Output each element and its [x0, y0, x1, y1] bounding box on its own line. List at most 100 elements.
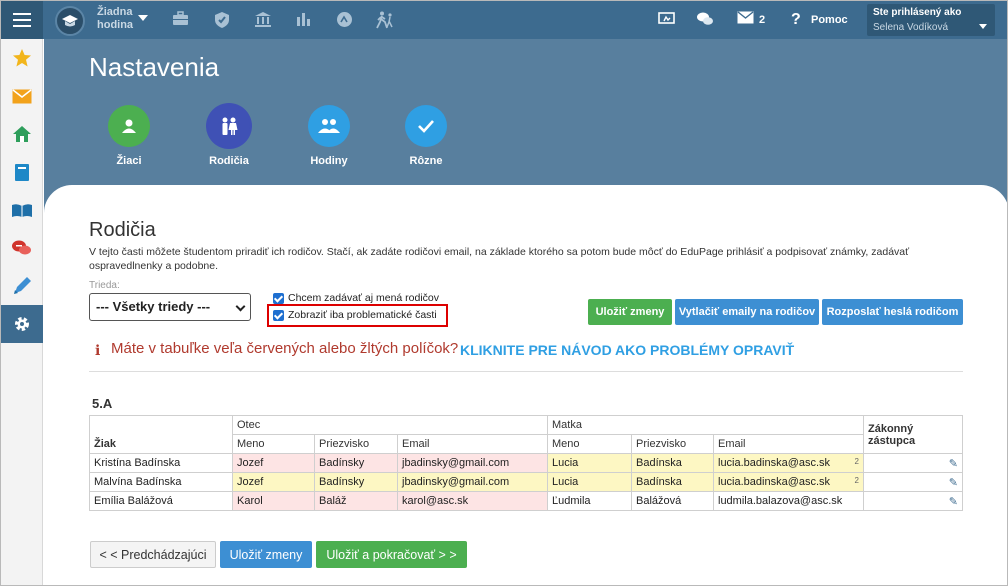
school-logo-icon[interactable] [55, 6, 85, 36]
edit-pencil-icon[interactable]: ✎ [949, 495, 958, 508]
save-button[interactable]: Uložiť zmeny [220, 541, 312, 568]
col-header-email: Email [397, 434, 548, 454]
lesson-selector[interactable]: Žiadna hodina [97, 6, 133, 32]
info-icon: ℹ [95, 342, 101, 358]
student-cell: Malvína Badínska [89, 472, 233, 492]
notebook-icon[interactable] [1, 153, 43, 191]
father-name-cell[interactable]: Jozef [232, 453, 315, 473]
father-surname-cell[interactable]: Badínsky [314, 472, 398, 492]
chevron-down-icon[interactable] [979, 24, 987, 29]
father-email-cell[interactable]: karol@asc.sk [397, 491, 548, 511]
home-icon[interactable] [1, 115, 43, 153]
duplicate-count: 2 [854, 457, 859, 466]
walking-icon[interactable] [375, 11, 395, 29]
envelope-icon[interactable] [1, 77, 43, 115]
grade-icon[interactable] [335, 11, 353, 29]
father-surname-cell[interactable]: Baláž [314, 491, 398, 511]
screen-share-icon[interactable] [657, 11, 675, 29]
section-description: V tejto časti môžete študentom priradiť … [89, 246, 910, 272]
chat-icon[interactable] [696, 11, 714, 29]
mother-email-cell[interactable]: ludmila.balazova@asc.sk [713, 491, 864, 511]
content-panel: Rodičia V tejto časti môžete študentom p… [44, 185, 1007, 585]
pen-icon[interactable] [1, 267, 43, 305]
mother-name-cell[interactable]: Lucia [547, 453, 632, 473]
col-header-surname: Priezvisko [314, 434, 398, 454]
logged-in-label: Ste prihlásený ako [873, 7, 962, 18]
checkbox-checked-icon[interactable] [273, 292, 284, 304]
person-icon [108, 105, 150, 147]
mother-surname-cell[interactable]: Balážová [631, 491, 714, 511]
star-icon[interactable] [1, 39, 43, 77]
mother-surname-cell[interactable]: Badínska [631, 453, 714, 473]
father-email-cell[interactable]: jbadinsky@gmail.com [397, 453, 548, 473]
checkbox-problematic-only[interactable]: Zobraziť iba problematické časti [273, 309, 437, 321]
parents-icon [208, 105, 250, 147]
save-button[interactable]: Uložiť zmeny [588, 299, 672, 325]
guardian-cell[interactable]: ✎ [863, 453, 963, 473]
class-select[interactable]: --- Všetky triedy --- [89, 293, 251, 321]
help-icon[interactable]: ? [791, 1, 801, 39]
user-menu[interactable]: Ste prihlásený ako Selena Vodíková [867, 4, 995, 36]
guardian-cell[interactable]: ✎ [863, 472, 963, 492]
father-email-cell[interactable]: jbadinsky@gmail.com [397, 472, 548, 492]
save-continue-button[interactable]: Uložiť a pokračovať > > [316, 541, 467, 568]
col-header-father: Otec [232, 415, 548, 435]
mother-email-cell[interactable]: lucia.badinska@asc.sk 2 [713, 453, 864, 473]
briefcase-icon[interactable] [171, 11, 189, 29]
checkbox-label: Zobraziť iba problematické časti [288, 309, 437, 321]
tab-label: Rôzne [409, 155, 443, 167]
col-header-email: Email [713, 434, 864, 454]
col-header-mother: Matka [547, 415, 864, 435]
guardian-cell[interactable]: ✎ [863, 491, 963, 511]
father-name-cell[interactable]: Jozef [232, 472, 315, 492]
table-row: Malvína Badínska Jozef Badínsky jbadinsk… [89, 472, 963, 492]
mother-name-cell[interactable]: Ľudmila [547, 491, 632, 511]
mother-surname-cell[interactable]: Badínska [631, 472, 714, 492]
shield-icon[interactable] [213, 11, 231, 29]
col-header-surname: Priezvisko [631, 434, 714, 454]
tab-parents[interactable]: Rodičia [199, 105, 259, 167]
page-title: Nastavenia [89, 52, 220, 82]
father-name-cell[interactable]: Karol [232, 491, 315, 511]
table-row: Kristína Badínska Jozef Badínsky jbadins… [89, 453, 963, 473]
student-cell: Emília Balážová [89, 491, 233, 511]
howto-link[interactable]: KLIKNITE PRE NÁVOD AKO PROBLÉMY OPRAVIŤ [460, 342, 794, 358]
checkbox-label: Chcem zadávať aj mená rodičov [288, 292, 440, 304]
father-surname-cell[interactable]: Badínsky [314, 453, 398, 473]
tab-students[interactable]: Žiaci [99, 105, 159, 167]
mail-icon[interactable] [736, 11, 754, 29]
sidebar [1, 39, 43, 585]
tab-label: Hodiny [310, 155, 348, 167]
mother-email-cell[interactable]: lucia.badinska@asc.sk 2 [713, 472, 864, 492]
institution-icon[interactable] [254, 11, 272, 29]
mother-email: lucia.badinska@asc.sk [718, 476, 831, 488]
top-bar: Žiadna hodina 2 ? Pomoc Ste prihlásený a… [1, 1, 1007, 39]
duplicate-count: 2 [854, 476, 859, 485]
discussion-icon[interactable] [1, 229, 43, 267]
parents-table: Žiak Otec Matka Zákonný zástupca Meno Pr… [89, 415, 963, 511]
user-name: Selena Vodíková [873, 22, 949, 33]
chevron-down-icon[interactable] [138, 15, 148, 21]
messages-count[interactable]: 2 [759, 1, 765, 39]
tab-misc[interactable]: Rôzne [396, 105, 456, 167]
mother-email: lucia.badinska@asc.sk [718, 457, 831, 469]
class-select-value: --- Všetky triedy --- [96, 299, 211, 314]
book-icon[interactable] [1, 191, 43, 229]
gear-icon[interactable] [1, 305, 43, 343]
edit-pencil-icon[interactable]: ✎ [949, 457, 958, 470]
student-cell: Kristína Badínska [89, 453, 233, 473]
table-row: Emília Balážová Karol Baláž karol@asc.sk… [89, 491, 963, 511]
checkbox-parent-names[interactable]: Chcem zadávať aj mená rodičov [273, 292, 439, 304]
check-icon [405, 105, 447, 147]
previous-button[interactable]: < < Predchádzajúci [90, 541, 216, 568]
checkbox-checked-icon[interactable] [273, 309, 284, 321]
mother-name-cell[interactable]: Lucia [547, 472, 632, 492]
warning-text: Máte v tabuľke veľa červených alebo žltý… [111, 340, 459, 357]
help-link[interactable]: Pomoc [811, 1, 848, 39]
edit-pencil-icon[interactable]: ✎ [949, 476, 958, 489]
menu-icon[interactable] [1, 1, 43, 39]
print-emails-button[interactable]: Vytlačiť emaily na rodičov [675, 299, 819, 325]
send-passwords-button[interactable]: Rozposlať heslá rodičom [822, 299, 963, 325]
bar-chart-icon[interactable] [295, 11, 313, 29]
tab-lessons[interactable]: Hodiny [299, 105, 359, 167]
